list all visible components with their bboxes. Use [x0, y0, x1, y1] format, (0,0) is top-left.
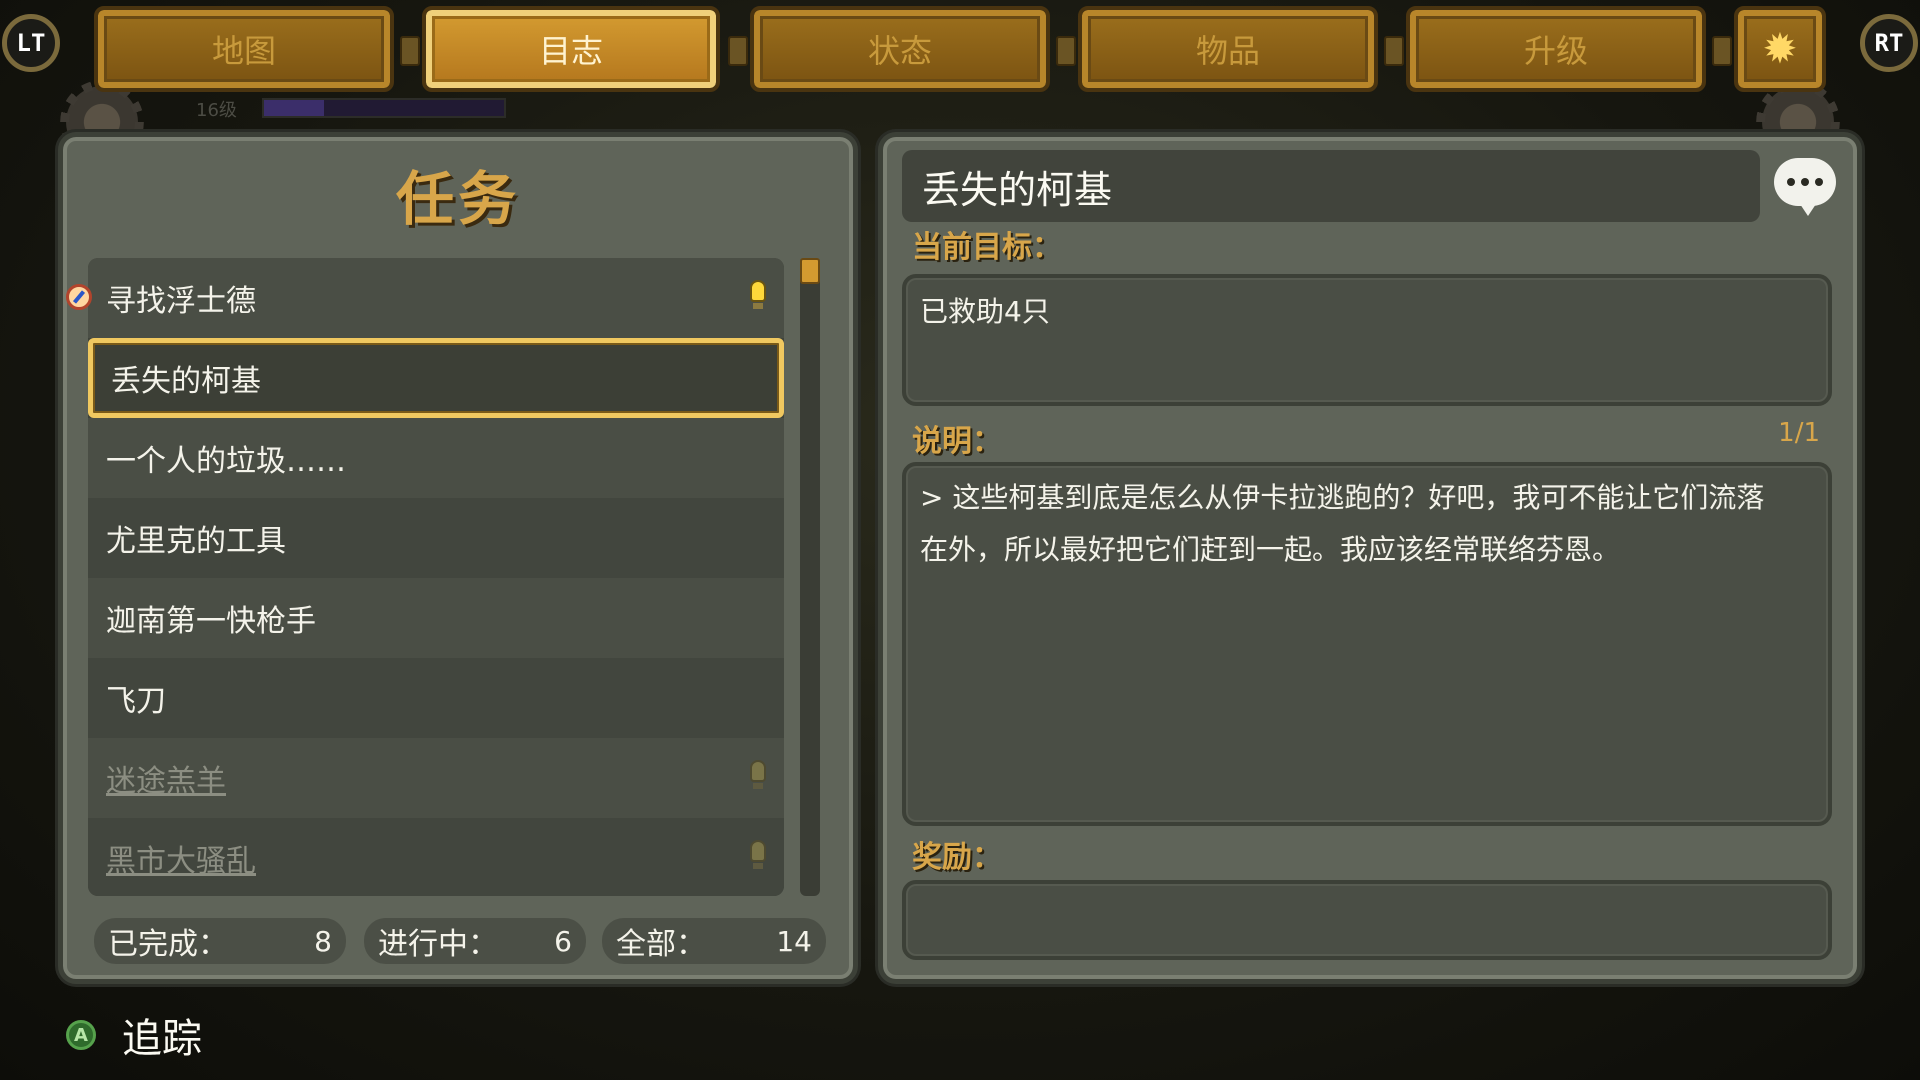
quest-item-label: 一个人的垃圾……: [106, 444, 346, 479]
quest-item-find-faust[interactable]: 寻找浮士德: [88, 258, 784, 338]
a-button-icon: A: [66, 1020, 96, 1050]
description-text: > 这些柯基到底是怎么从伊卡拉逃跑的？好吧，我可不能让它们流落 在外，所以最好把…: [920, 472, 1810, 576]
quest-detail-title: 丢失的柯基: [902, 150, 1760, 222]
stat-label: 进行中：: [378, 927, 498, 962]
stat-label: 已完成：: [108, 927, 228, 962]
quest-item-label: 丢失的柯基: [111, 364, 261, 399]
quest-item-one-mans-trash[interactable]: 一个人的垃圾……: [88, 418, 784, 498]
objective-text: 已救助4只: [920, 295, 1050, 328]
track-label: 追踪: [122, 1016, 202, 1062]
quest-panel-title: 任务: [395, 165, 520, 233]
lt-shoulder-button[interactable]: LT: [2, 14, 60, 72]
tab-connector: [1712, 36, 1732, 66]
quest-item-lost-corgi[interactable]: 丢失的柯基: [88, 338, 784, 418]
reward-box: [902, 880, 1832, 960]
reward-label: 奖励：: [912, 840, 1002, 875]
stat-label: 全部：: [616, 927, 706, 962]
quest-list-scrollbar[interactable]: [800, 258, 820, 896]
quest-item-lost-lamb[interactable]: 迷途羔羊: [88, 738, 784, 818]
lightbulb-icon: [750, 280, 766, 310]
quest-detail-title-text: 丢失的柯基: [922, 167, 1113, 212]
scrollbar-thumb[interactable]: [800, 258, 820, 284]
stat-total: 全部： 14: [602, 918, 826, 964]
hud-xp-bar: [262, 98, 506, 118]
top-tab-bar: LT 地图 目志 状态 物品 升级 ✹ RT: [0, 0, 1920, 164]
quest-item-fastest-gun[interactable]: 迦南第一快枪手: [88, 578, 784, 658]
tab-connector: [1384, 36, 1404, 66]
quest-item-label: 迷途羔羊: [106, 764, 226, 799]
compass-icon: [66, 284, 92, 310]
quest-item-label: 飞刀: [106, 684, 166, 719]
quest-item-label: 寻找浮士德: [106, 284, 256, 319]
description-line: 在外，所以最好把它们赶到一起。我应该经常联络芬恩。: [920, 533, 1621, 566]
quest-item-label: 迦南第一快枪手: [106, 604, 316, 639]
track-hint[interactable]: A 追踪: [66, 1006, 202, 1064]
quest-list: 寻找浮士德 丢失的柯基 一个人的垃圾…… 尤里克的工具 迦南第一快枪手 飞刀 迷…: [88, 258, 784, 896]
stat-in-progress: 进行中： 6: [364, 918, 586, 964]
tab-connector: [728, 36, 748, 66]
hud-level-text: 16级: [196, 100, 237, 121]
quest-item-label: 黑市大骚乱: [106, 844, 256, 879]
stat-completed: 已完成： 8: [94, 918, 346, 964]
quest-item-label: 尤里克的工具: [106, 524, 286, 559]
quest-item-uriks-tools[interactable]: 尤里克的工具: [88, 498, 784, 578]
tab-connector: [1056, 36, 1076, 66]
quest-item-flying-knife[interactable]: 飞刀: [88, 658, 784, 738]
lightbulb-icon: [750, 840, 766, 870]
description-line: > 这些柯基到底是怎么从伊卡拉逃跑的？好吧，我可不能让它们流落: [920, 481, 1765, 514]
lightbulb-icon: [750, 760, 766, 790]
stat-value: 8: [314, 924, 332, 958]
settings-button[interactable]: ✹: [1734, 6, 1826, 92]
speech-bubble-icon[interactable]: [1774, 158, 1836, 216]
description-page-count: 1/1: [1778, 418, 1820, 448]
tab-items[interactable]: 物品: [1078, 6, 1378, 92]
rt-shoulder-button[interactable]: RT: [1860, 14, 1918, 72]
gear-icon: ✹: [1762, 24, 1798, 73]
quest-item-black-market[interactable]: 黑市大骚乱: [88, 818, 784, 896]
objective-label: 当前目标：: [912, 230, 1062, 265]
tab-upgrade[interactable]: 升级: [1406, 6, 1706, 92]
stat-value: 6: [554, 924, 572, 958]
stat-value: 14: [776, 924, 812, 958]
tab-journal[interactable]: 目志: [422, 6, 720, 92]
description-label: 说明：: [912, 424, 1002, 459]
tab-map[interactable]: 地图: [94, 6, 394, 92]
tab-status[interactable]: 状态: [750, 6, 1050, 92]
tab-connector: [400, 36, 420, 66]
